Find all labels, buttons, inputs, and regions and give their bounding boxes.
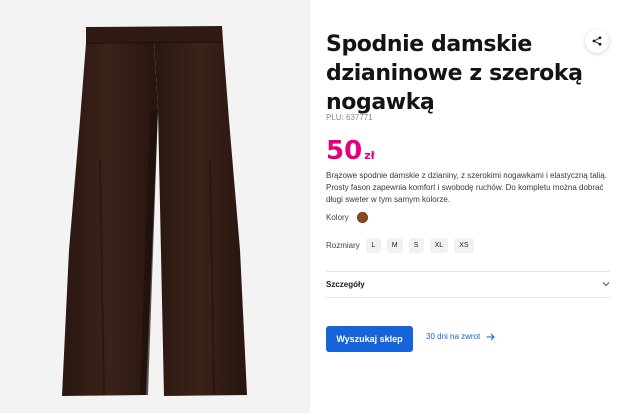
sizes-row: Rozmiary L M S XL XS	[326, 238, 480, 253]
details-label: Szczegóły	[326, 279, 365, 289]
divider-bottom	[326, 297, 610, 298]
colors-label: Kolory	[326, 213, 349, 222]
arrow-right-icon	[486, 333, 496, 340]
return-policy-link[interactable]: 30 dni na zwrot	[426, 332, 496, 341]
search-store-button[interactable]: Wyszukaj sklep	[326, 326, 413, 352]
color-swatch-brown[interactable]	[356, 212, 368, 223]
share-button[interactable]	[585, 29, 609, 53]
return-policy-label: 30 dni na zwrot	[426, 332, 481, 341]
size-option-xs[interactable]: XS	[454, 238, 474, 253]
product-price: 50 zł	[326, 136, 375, 171]
details-accordion[interactable]: Szczegóły	[326, 272, 610, 296]
size-option-m[interactable]: M	[386, 238, 403, 253]
product-image-panel	[0, 0, 310, 413]
share-icon	[592, 36, 602, 46]
product-description: Brązowe spodnie damskie z dzianiny, z sz…	[326, 171, 607, 204]
sizes-label: Rozmiary	[326, 241, 360, 250]
price-currency: zł	[364, 149, 375, 162]
size-option-s[interactable]: S	[408, 238, 424, 253]
colors-row: Kolory	[326, 212, 368, 223]
product-title: Spodnie damskie dzianinowe z szeroką nog…	[326, 32, 583, 115]
chevron-down-icon	[602, 282, 610, 287]
size-option-l[interactable]: L	[365, 238, 381, 253]
product-image	[62, 26, 247, 396]
product-plu: PLU: 637771	[326, 113, 373, 122]
price-value: 50	[326, 136, 363, 166]
size-option-xl[interactable]: XL	[429, 238, 449, 253]
